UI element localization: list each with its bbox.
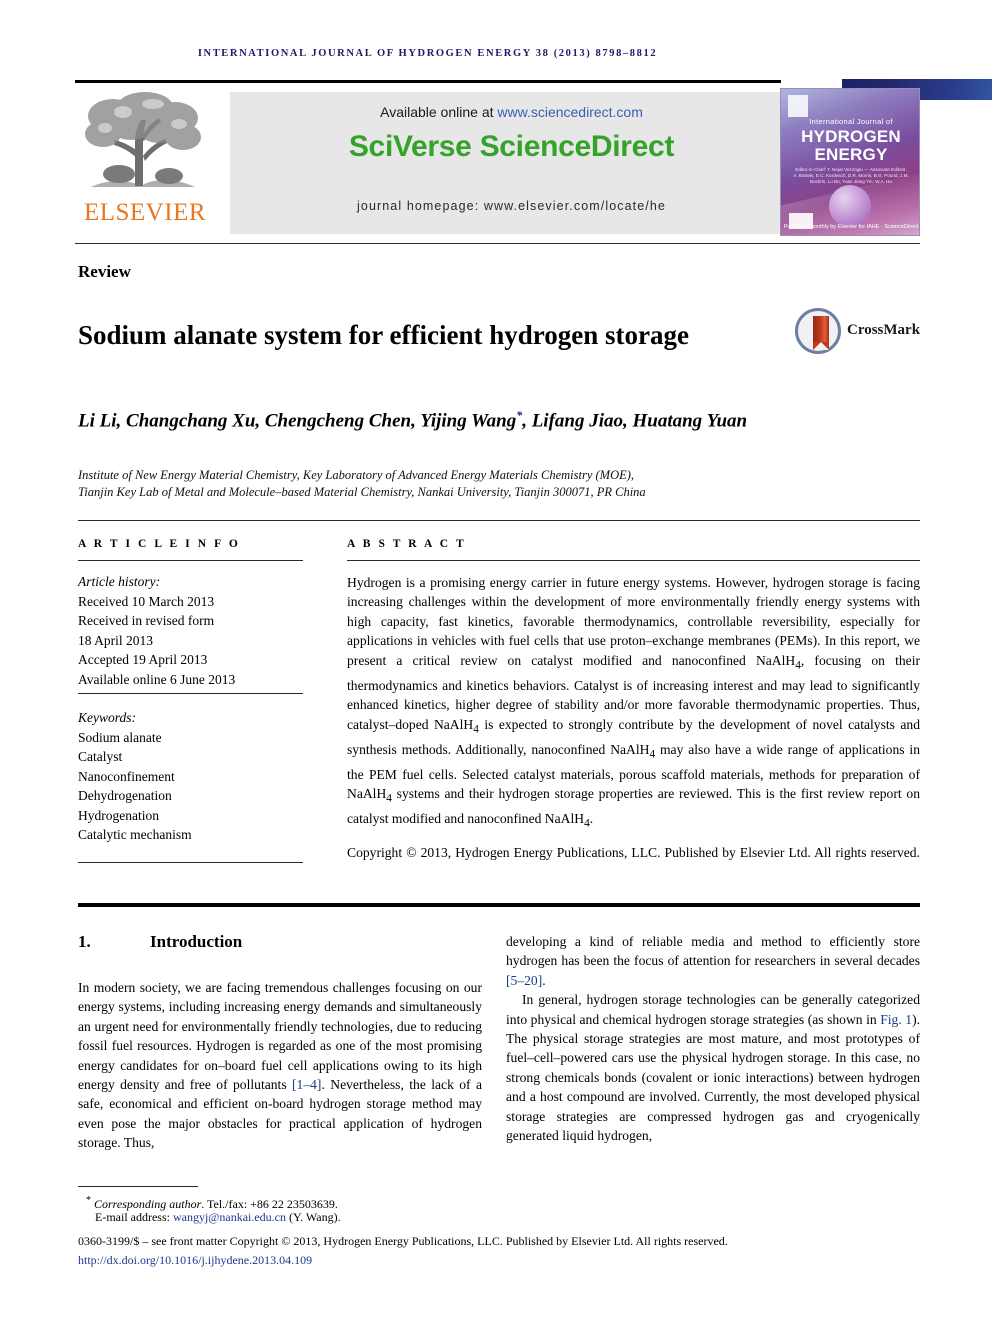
- abstract-text: Hydrogen is a promising energy carrier i…: [347, 573, 920, 834]
- doi-link[interactable]: http://dx.doi.org/10.1016/j.ijhydene.201…: [78, 1253, 312, 1268]
- cover-editor-list: Editor-in-Chief: T. Nejat Veziroglu — As…: [793, 167, 909, 184]
- body-right-seg-2: .: [542, 972, 546, 988]
- email-note: E-mail address: wangyj@nankai.edu.cn (Y.…: [95, 1210, 341, 1225]
- body-column-left: In modern society, we are facing tremend…: [78, 978, 482, 1153]
- body-paragraph: In general, hydrogen storage technologie…: [506, 990, 920, 1145]
- affiliation-line-2: Tianjin Key Lab of Metal and Molecule–ba…: [78, 485, 646, 499]
- article-info-heading: A R T I C L E I N F O: [78, 538, 241, 550]
- keyword-item: Sodium alanate: [78, 729, 162, 745]
- crossmark-label: CrossMark: [847, 322, 921, 338]
- keyword-item: Hydrogenation: [78, 807, 159, 823]
- article-history-label: Article history:: [78, 574, 161, 589]
- article-info-rule: [78, 560, 303, 561]
- document-type-label: Review: [78, 262, 131, 281]
- cover-title-line2: ENERGY: [814, 145, 888, 164]
- section-title-introduction: Introduction: [150, 932, 243, 951]
- citation-link[interactable]: [5–20]: [506, 973, 542, 988]
- article-info-rule-2: [78, 693, 303, 694]
- citation-link[interactable]: [1–4]: [292, 1077, 321, 1092]
- sciencedirect-panel: Available online at www.sciencedirect.co…: [230, 92, 793, 234]
- article-history-item: Accepted 19 April 2013: [78, 652, 208, 667]
- footnote-rule: [78, 1186, 198, 1187]
- article-history-item: Available online 6 June 2013: [78, 671, 236, 687]
- body-column-right: developing a kind of reliable media and …: [506, 932, 920, 1145]
- article-info-rule-3: [78, 862, 303, 863]
- header-rule: [75, 80, 781, 83]
- page-title: Sodium alanate system for efficient hydr…: [78, 320, 689, 351]
- article-history-item: 18 April 2013: [78, 632, 154, 648]
- abstract-rule: [347, 560, 920, 561]
- article-history-block: Article history: Received 10 March 2013 …: [78, 572, 303, 689]
- journal-homepage-line[interactable]: journal homepage: www.elsevier.com/locat…: [230, 199, 793, 213]
- abstract-seg-6: .: [589, 811, 594, 827]
- body-right-seg-3: In general, hydrogen storage technologie…: [506, 992, 920, 1027]
- author-list: Li Li, Changchang Xu, Chengcheng Chen, Y…: [78, 402, 778, 434]
- abstract-column: A B S T R A C T Hydrogen is a promising …: [347, 538, 920, 882]
- footnote-marker: *: [86, 1195, 91, 1206]
- masthead: ELSEVIER Available online at www.science…: [75, 86, 920, 236]
- cover-title-line1: HYDROGEN: [801, 127, 901, 146]
- keyword-item: Dehydrogenation: [78, 788, 172, 803]
- cover-subtitle: International Journal of: [809, 117, 893, 126]
- body-left-seg-1: In modern society, we are facing tremend…: [78, 980, 482, 1093]
- journal-article-page: INTERNATIONAL JOURNAL OF HYDROGEN ENERGY…: [0, 0, 992, 1323]
- cover-elsevier-mark: [788, 95, 808, 117]
- email-link[interactable]: wangyj@nankai.edu.cn: [173, 1210, 286, 1224]
- figure-link[interactable]: Fig. 1: [880, 1012, 912, 1027]
- affiliation: Institute of New Energy Material Chemist…: [78, 467, 858, 501]
- available-online-prefix: Available online at: [380, 104, 498, 120]
- running-head: INTERNATIONAL JOURNAL OF HYDROGEN ENERGY…: [197, 48, 658, 59]
- body-paragraph: developing a kind of reliable media and …: [506, 932, 920, 990]
- article-history-item: Received 10 March 2013: [78, 593, 215, 609]
- journal-cover-thumbnail: International Journal of HYDROGEN ENERGY…: [780, 88, 920, 236]
- body-separator-rule: [78, 903, 920, 907]
- crossmark-ribbon-icon: [813, 316, 829, 343]
- abstract-heading: A B S T R A C T: [347, 538, 467, 550]
- body-right-seg-1: developing a kind of reliable media and …: [506, 934, 920, 969]
- abstract-copyright: Copyright © 2013, Hydrogen Energy Public…: [347, 845, 920, 861]
- cover-sphere-graphic: [829, 185, 871, 227]
- article-info-column: A R T I C L E I N F O Article history: R…: [78, 538, 303, 689]
- issn-copyright-line: 0360-3199/$ – see front matter Copyright…: [78, 1234, 728, 1248]
- elsevier-wordmark: ELSEVIER: [83, 199, 207, 226]
- keywords-block: Keywords: Sodium alanate Catalyst Nanoco…: [78, 708, 303, 845]
- masthead-rule: [75, 243, 920, 245]
- body-right-seg-4: ). The physical storage strategies are m…: [506, 1011, 920, 1144]
- body-paragraph: In modern society, we are facing tremend…: [78, 978, 482, 1153]
- elsevier-tree-icon: [85, 92, 201, 187]
- article-history-item: Received in revised form: [78, 613, 215, 628]
- sciverse-sciencedirect-logo: SciVerse ScienceDirect: [348, 130, 675, 163]
- crossmark-circle-icon: [795, 308, 841, 354]
- author-names-tail: , Lifang Jiao, Huatang Yuan: [522, 410, 748, 432]
- title-section-rule: [78, 520, 920, 522]
- elsevier-logo: ELSEVIER: [75, 86, 215, 234]
- crossmark-ribbon-notch: [813, 342, 829, 350]
- available-online-line: Available online at www.sciencedirect.co…: [230, 104, 793, 120]
- cover-footer-text: Published monthly by Elsevier for IAHE ·…: [783, 224, 919, 230]
- abstract-seg-5: systems and their hydrogen storage prope…: [347, 786, 920, 827]
- keyword-item: Catalyst: [78, 749, 123, 764]
- email-suffix: (Y. Wang).: [286, 1210, 341, 1224]
- keyword-item: Nanoconfinement: [78, 768, 175, 784]
- keywords-label: Keywords:: [78, 710, 136, 725]
- email-label: E-mail address:: [95, 1210, 173, 1224]
- corresponding-author-label: Corresponding author: [94, 1197, 202, 1211]
- corresponding-author-tel: . Tel./fax: +86 22 23503639.: [201, 1197, 338, 1211]
- section-number: 1.: [78, 932, 91, 951]
- author-names-main: Li Li, Changchang Xu, Chengcheng Chen, Y…: [78, 410, 517, 432]
- affiliation-line-1: Institute of New Energy Material Chemist…: [78, 468, 635, 482]
- keyword-item: Catalytic mechanism: [78, 827, 192, 842]
- crossmark-badge[interactable]: CrossMark: [795, 308, 920, 356]
- sciencedirect-url-link[interactable]: www.sciencedirect.com: [497, 104, 643, 120]
